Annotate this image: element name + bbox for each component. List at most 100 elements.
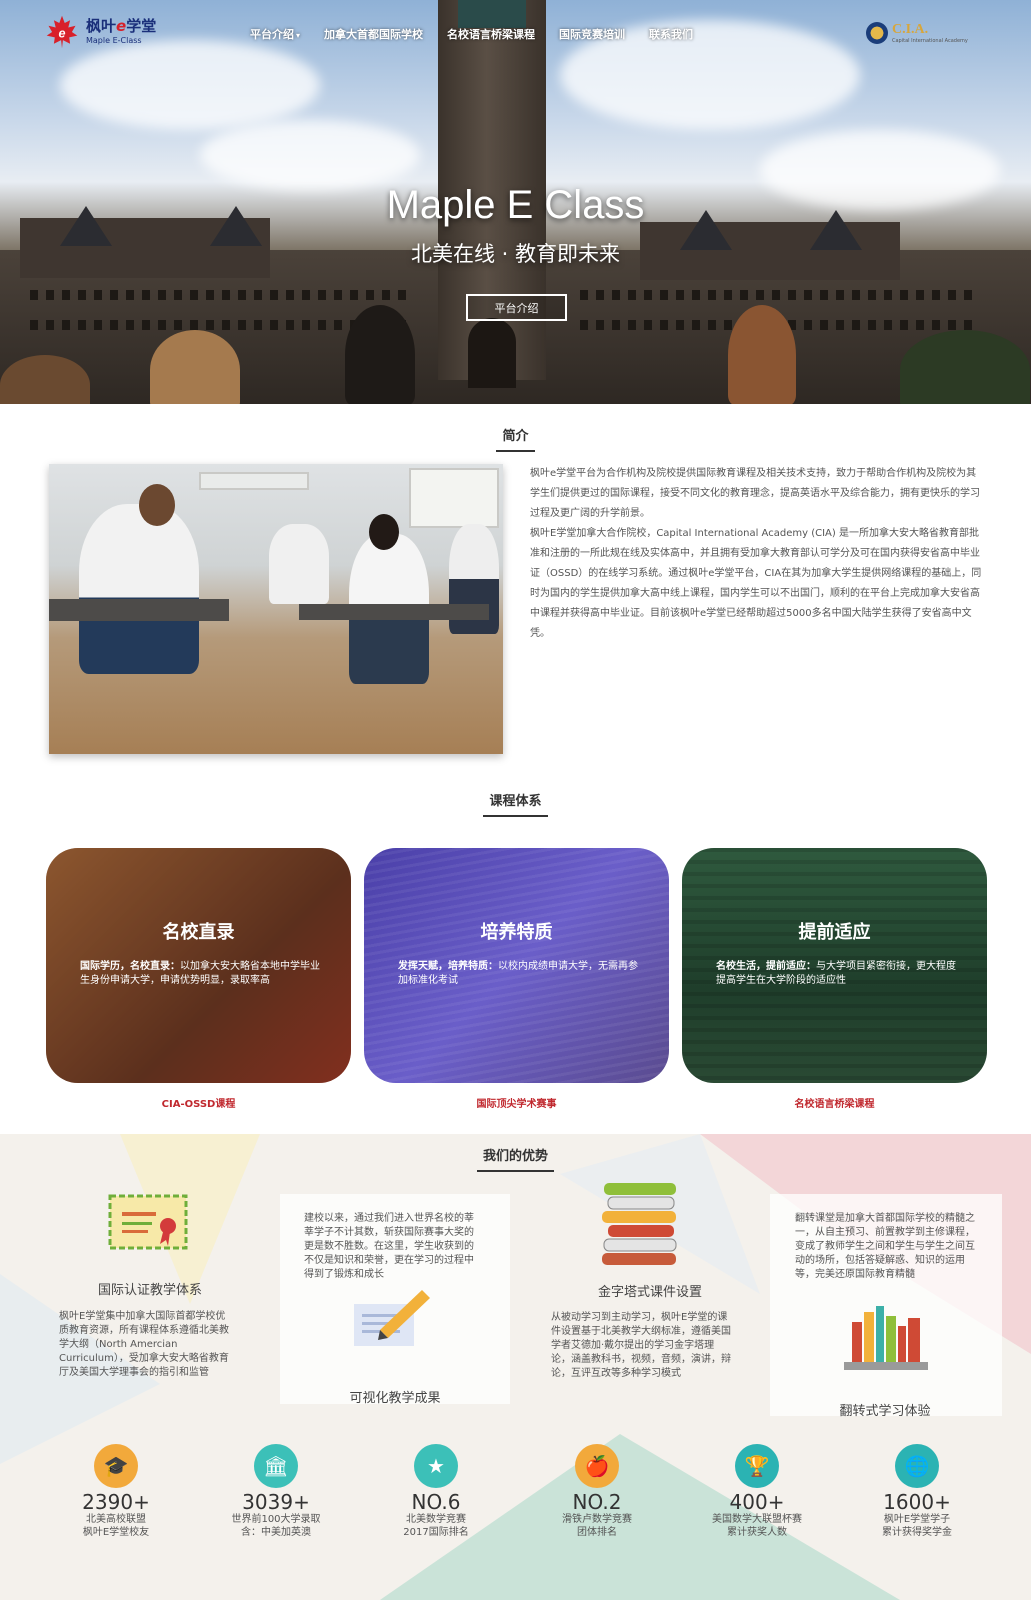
- advantage-text: 翻转课堂是加拿大首都国际学校的精髓之一，从自主预习、前置教学到主修课程，变成了教…: [795, 1213, 975, 1280]
- stat-number: 1600+: [883, 1490, 951, 1514]
- window-row: [580, 290, 980, 300]
- advantage-heading: 金字塔式课件设置: [597, 1285, 702, 1300]
- stat-label: 世界前100大学录取: [231, 1514, 321, 1525]
- advantages-section-title: 我们的优势: [0, 1145, 1031, 1172]
- advantage-heading: 可视化教学成果: [349, 1391, 441, 1406]
- stat-label: 累计获奖人数: [727, 1527, 787, 1538]
- course-card-text: 名校生活，提前适应：与大学项目紧密衔接，更大程度提高学生在大学阶段的适应性: [716, 961, 956, 986]
- student-head: [345, 305, 415, 404]
- stat-math-ranking: ★ NO.6 北美数学竞赛 2017国际排名: [376, 1444, 496, 1539]
- nav-item-capital-school[interactable]: 加拿大首都国际学校: [324, 26, 423, 42]
- maple-leaf-icon: e: [46, 15, 78, 49]
- medal-icon: ★: [414, 1444, 458, 1488]
- site-logo[interactable]: e 枫叶e学堂 Maple E-Class: [44, 14, 156, 50]
- graduates-icon: 🎓: [94, 1444, 138, 1488]
- advantage-text: 建校以来，通过我们进入世界名校的莘莘学子不计其数，斩获国际赛事大奖的更是数不胜数…: [304, 1213, 474, 1280]
- cloud-decoration: [60, 40, 320, 130]
- courses-section-title: 课程体系: [0, 790, 1031, 817]
- globe-cap-icon: 🌐: [895, 1444, 939, 1488]
- stat-label: 累计获得奖学金: [882, 1527, 952, 1538]
- course-card-heading: 提前适应: [798, 922, 871, 943]
- stat-number: NO.6: [411, 1490, 461, 1514]
- course-card-direct-admission[interactable]: 名校直录 国际学历，名校直录：以加拿大安大略省本地中学毕业生身份申请大学，申请优…: [46, 848, 351, 1083]
- desk: [299, 604, 489, 620]
- student-head: [728, 305, 796, 404]
- stat-waterloo: 🍎 NO.2 滑铁卢数学竞赛 团体排名: [537, 1444, 657, 1539]
- chevron-down-icon: ▾: [296, 31, 301, 40]
- classroom-photo: [49, 464, 503, 754]
- nav-item-contact[interactable]: 联系我们: [649, 26, 693, 42]
- cloud-decoration: [200, 120, 420, 190]
- tower-arch: [468, 318, 516, 388]
- course-card-text: 发挥天赋，培养特质：以校内成绩申请大学，无需再参加标准化考试: [398, 961, 638, 986]
- stat-label: 滑铁卢数学竞赛: [562, 1514, 632, 1525]
- stat-label: 美国数学大联盟杯赛: [712, 1514, 802, 1525]
- student-figure: [269, 524, 329, 604]
- intro-section-title: 简介: [0, 425, 1031, 452]
- course-link-language-bridge[interactable]: 名校语言桥梁课程: [682, 1095, 987, 1110]
- ceiling-light: [199, 472, 309, 490]
- course-card-heading: 名校直录: [162, 922, 235, 943]
- advantage-text: 枫叶E学堂集中加拿大国际首都学校优质教育资源，所有课程体系遵循北美教学大纲（No…: [59, 1311, 229, 1378]
- course-card-heading: 培养特质: [480, 922, 553, 943]
- desk: [49, 599, 229, 621]
- university-icon: 🏛: [254, 1444, 298, 1488]
- stat-number: 2390+: [82, 1490, 150, 1514]
- intro-text: 枫叶e学堂平台为合作机构及院校提供国际教育课程及相关技术支持，致力于帮助合作机构…: [530, 464, 985, 644]
- partner-name: C.I.A.: [892, 21, 929, 37]
- student-figure: [79, 504, 199, 674]
- stat-university: 🏛 3039+ 世界前100大学录取 含：中美加英澳: [216, 1444, 336, 1539]
- page: e 枫叶e学堂 Maple E-Class 平台介绍 ▾ 加拿大首都国际学校 名校…: [0, 0, 1031, 1600]
- stat-number: 400+: [729, 1490, 785, 1514]
- nav-item-competition[interactable]: 国际竞赛培训: [559, 26, 625, 42]
- stat-label: 北美数学竞赛: [406, 1514, 466, 1525]
- stat-label: 北美高校联盟: [86, 1514, 146, 1525]
- stat-scholarship: 🌐 1600+ 枫叶E学堂学子 累计获得奖学金: [857, 1444, 977, 1539]
- svg-text:e: e: [58, 26, 65, 40]
- stat-alumni: 🎓 2390+ 北美高校联盟 枫叶E学堂校友: [56, 1444, 176, 1539]
- nav-item-platform[interactable]: 平台介绍 ▾: [250, 26, 300, 42]
- advantage-heading: 国际认证教学体系: [97, 1283, 202, 1298]
- tower-top: [458, 0, 526, 28]
- student-head: [369, 514, 399, 550]
- book-stack-icon: [602, 1183, 677, 1265]
- course-link-competition[interactable]: 国际顶尖学术赛事: [364, 1095, 669, 1110]
- course-card-text: 国际学历，名校直录：以加拿大安大略省本地中学毕业生身份申请大学，申请优势明显，录…: [80, 961, 320, 986]
- partner-logo[interactable]: C.I.A. Capital International Academy: [866, 22, 968, 44]
- partner-subtitle: Capital International Academy: [892, 37, 968, 44]
- stat-label: 含：中美加英澳: [241, 1527, 311, 1538]
- nav-item-language-bridge[interactable]: 名校语言桥梁课程: [447, 26, 535, 42]
- bookshelf-icon: [844, 1306, 928, 1370]
- stat-label: 枫叶E学堂校友: [82, 1527, 150, 1538]
- window-row: [30, 290, 410, 300]
- advantage-text: 从被动学习到主动学习，枫叶E学堂的课件设置基于北美教学大纲标准，遵循美国学者艾德…: [551, 1312, 731, 1379]
- student-head: [139, 484, 175, 526]
- hero-title: Maple E Class: [386, 183, 645, 227]
- stat-number: NO.2: [572, 1490, 622, 1514]
- stat-label: 2017国际排名: [403, 1527, 469, 1538]
- certificate-icon: [108, 1194, 188, 1250]
- intro-paragraph: 枫叶E学堂加拿大合作院校，Capital International Acade…: [530, 528, 982, 639]
- tree-foliage: [900, 330, 1030, 404]
- trophy-icon: 🏆: [735, 1444, 779, 1488]
- platform-intro-button[interactable]: 平台介绍: [466, 294, 567, 321]
- advantage-heading: 翻转式学习体验: [839, 1404, 931, 1419]
- course-link-ossd[interactable]: CIA-OSSD课程: [46, 1095, 351, 1110]
- cia-crest-icon: [866, 22, 888, 44]
- whiteboard: [409, 468, 499, 528]
- stat-number: 3039+: [242, 1490, 310, 1514]
- pencil-paper-icon: [354, 1290, 430, 1346]
- course-card-adaptation[interactable]: 提前适应 名校生活，提前适应：与大学项目紧密衔接，更大程度提高学生在大学阶段的适…: [682, 848, 987, 1083]
- hero-banner: e 枫叶e学堂 Maple E-Class 平台介绍 ▾ 加拿大首都国际学校 名校…: [0, 0, 1031, 404]
- logo-subtitle: Maple E-Class: [86, 36, 142, 45]
- stat-math-league: 🏆 400+ 美国数学大联盟杯赛 累计获奖人数: [697, 1444, 817, 1539]
- hero-subtitle: 北美在线 · 教育即未来: [410, 242, 621, 266]
- stat-label: 团体排名: [577, 1527, 617, 1538]
- logo-title: 枫叶e学堂: [86, 17, 157, 35]
- intro-paragraph: 枫叶e学堂平台为合作机构及院校提供国际教育课程及相关技术支持，致力于帮助合作机构…: [530, 468, 980, 519]
- course-card-talent[interactable]: 培养特质 发挥天赋，培养特质：以校内成绩申请大学，无需再参加标准化考试: [364, 848, 669, 1083]
- main-nav: 平台介绍 ▾ 加拿大首都国际学校 名校语言桥梁课程 国际竞赛培训 联系我们: [250, 26, 717, 42]
- stat-label: 枫叶E学堂学子: [883, 1514, 951, 1525]
- apple-icon: 🍎: [575, 1444, 619, 1488]
- student-head: [150, 330, 240, 404]
